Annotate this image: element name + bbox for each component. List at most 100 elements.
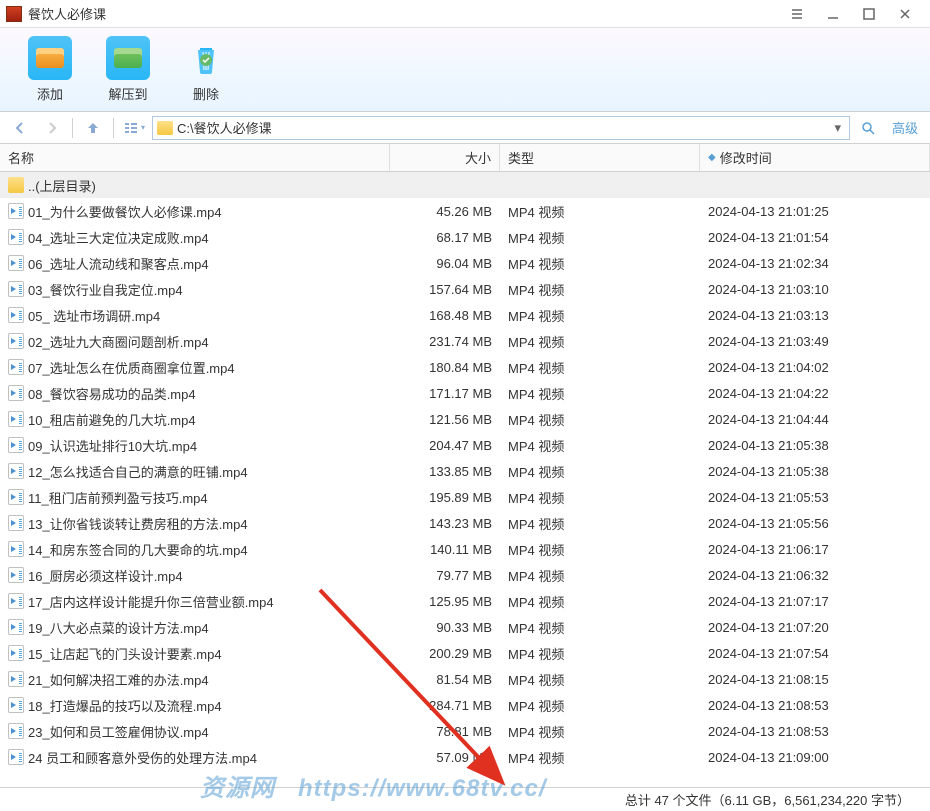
file-row[interactable]: 01_为什么要做餐饮人必修课.mp445.26 MBMP4 视频2024-04-…: [0, 198, 930, 224]
file-date: 2024-04-13 21:01:25: [700, 204, 930, 219]
navbar: ▾ ▾ 高级: [0, 112, 930, 144]
toolbar: 添加 解压到 删除: [0, 28, 930, 112]
file-row[interactable]: 08_餐饮容易成功的品类.mp4171.17 MBMP4 视频2024-04-1…: [0, 380, 930, 406]
file-type: MP4 视频: [500, 228, 700, 247]
file-row[interactable]: 14_和房东签合同的几大要命的坑.mp4140.11 MBMP4 视频2024-…: [0, 536, 930, 562]
file-size: 195.89 MB: [390, 490, 500, 505]
file-row[interactable]: 17_店内这样设计能提升你三倍营业额.mp4125.95 MBMP4 视频202…: [0, 588, 930, 614]
header-name[interactable]: 名称: [0, 144, 390, 171]
file-name: 07_选址怎么在优质商圈拿位置.mp4: [28, 358, 235, 377]
video-file-icon: [8, 671, 24, 687]
file-row[interactable]: 16_厨房必须这样设计.mp479.77 MBMP4 视频2024-04-13 …: [0, 562, 930, 588]
advanced-link[interactable]: 高级: [886, 118, 924, 137]
file-row[interactable]: 23_如何和员工签雇佣协议.mp478.81 MBMP4 视频2024-04-1…: [0, 718, 930, 744]
file-type: MP4 视频: [500, 618, 700, 637]
file-size: 143.23 MB: [390, 516, 500, 531]
file-type: MP4 视频: [500, 306, 700, 325]
path-input[interactable]: [177, 120, 826, 135]
file-size: 121.56 MB: [390, 412, 500, 427]
file-name: 19_八大必点菜的设计方法.mp4: [28, 618, 209, 637]
video-file-icon: [8, 307, 24, 323]
folder-icon: [157, 121, 173, 135]
video-file-icon: [8, 385, 24, 401]
file-row[interactable]: 13_让你省钱谈转让费房租的方法.mp4143.23 MBMP4 视频2024-…: [0, 510, 930, 536]
file-date: 2024-04-13 21:04:02: [700, 360, 930, 375]
file-type: MP4 视频: [500, 332, 700, 351]
file-size: 140.11 MB: [390, 542, 500, 557]
file-row[interactable]: 11_租门店前预判盈亏技巧.mp4195.89 MBMP4 视频2024-04-…: [0, 484, 930, 510]
file-name: 09_认识选址排行10大坑.mp4: [28, 436, 197, 455]
maximize-button[interactable]: [860, 5, 878, 23]
file-date: 2024-04-13 21:06:32: [700, 568, 930, 583]
video-file-icon: [8, 489, 24, 505]
file-date: 2024-04-13 21:07:17: [700, 594, 930, 609]
video-file-icon: [8, 255, 24, 271]
parent-directory-row[interactable]: ..(上层目录): [0, 172, 930, 198]
file-name: 14_和房东签合同的几大要命的坑.mp4: [28, 540, 248, 559]
file-row[interactable]: 09_认识选址排行10大坑.mp4204.47 MBMP4 视频2024-04-…: [0, 432, 930, 458]
file-row[interactable]: 07_选址怎么在优质商圈拿位置.mp4 180.84 MBMP4 视频2024-0…: [0, 354, 930, 380]
file-size: 284.71 MB: [390, 698, 500, 713]
file-date: 2024-04-13 21:05:53: [700, 490, 930, 505]
video-file-icon: [8, 437, 24, 453]
file-date: 2024-04-13 21:05:56: [700, 516, 930, 531]
file-row[interactable]: 24 员工和顾客意外受伤的处理方法.mp457.09 MBMP4 视频2024-…: [0, 744, 930, 770]
file-row[interactable]: 19_八大必点菜的设计方法.mp490.33 MBMP4 视频2024-04-1…: [0, 614, 930, 640]
file-date: 2024-04-13 21:07:20: [700, 620, 930, 635]
video-file-icon: [8, 593, 24, 609]
file-date: 2024-04-13 21:08:53: [700, 698, 930, 713]
file-name: 17_店内这样设计能提升你三倍营业额.mp4: [28, 592, 274, 611]
folder-icon: [8, 177, 24, 193]
header-date[interactable]: ◆ 修改时间: [700, 144, 930, 171]
file-name: 12_怎么找适合自己的满意的旺铺.mp4: [28, 462, 248, 481]
file-name: 18_打造爆品的技巧以及流程.mp4: [28, 696, 222, 715]
file-row[interactable]: 12_怎么找适合自己的满意的旺铺.mp4133.85 MBMP4 视频2024-…: [0, 458, 930, 484]
file-type: MP4 视频: [500, 280, 700, 299]
delete-button[interactable]: 删除: [176, 34, 236, 105]
file-row[interactable]: 15_让店起飞的门头设计要素.mp4200.29 MBMP4 视频2024-04…: [0, 640, 930, 666]
file-size: 45.26 MB: [390, 204, 500, 219]
header-size[interactable]: 大小: [390, 144, 500, 171]
file-type: MP4 视频: [500, 358, 700, 377]
video-file-icon: [8, 567, 24, 583]
path-dropdown[interactable]: ▾: [830, 120, 845, 136]
file-row[interactable]: 02_选址九大商圈问题剖析.mp4231.74 MBMP4 视频2024-04-…: [0, 328, 930, 354]
header-type[interactable]: 类型: [500, 144, 700, 171]
header-date-label: 修改时间: [720, 148, 772, 167]
file-name: 08_餐饮容易成功的品类.mp4: [28, 384, 196, 403]
file-size: 171.17 MB: [390, 386, 500, 401]
file-date: 2024-04-13 21:01:54: [700, 230, 930, 245]
file-type: MP4 视频: [500, 202, 700, 221]
file-size: 180.84 MB: [390, 360, 500, 375]
file-name: 21_如何解决招工难的办法.mp4: [28, 670, 209, 689]
file-row[interactable]: 21_如何解决招工难的办法.mp481.54 MBMP4 视频2024-04-1…: [0, 666, 930, 692]
file-size: 125.95 MB: [390, 594, 500, 609]
close-button[interactable]: [896, 5, 914, 23]
forward-button[interactable]: [38, 116, 66, 140]
file-row[interactable]: 06_选址人流动线和聚客点.mp496.04 MBMP4 视频2024-04-1…: [0, 250, 930, 276]
file-row[interactable]: 03_餐饮行业自我定位.mp4157.64 MBMP4 视频2024-04-13…: [0, 276, 930, 302]
menu-button[interactable]: [788, 5, 806, 23]
minimize-button[interactable]: [824, 5, 842, 23]
extract-label: 解压到: [108, 84, 147, 103]
extract-button[interactable]: 解压到: [98, 34, 158, 105]
file-name: 15_让店起飞的门头设计要素.mp4: [28, 644, 222, 663]
back-button[interactable]: [6, 116, 34, 140]
search-button[interactable]: [854, 116, 882, 140]
video-file-icon: [8, 723, 24, 739]
file-list[interactable]: ..(上层目录) 01_为什么要做餐饮人必修课.mp445.26 MBMP4 视…: [0, 172, 930, 786]
view-button[interactable]: ▾: [120, 116, 148, 140]
path-box[interactable]: ▾: [152, 116, 850, 140]
up-button[interactable]: [79, 116, 107, 140]
file-size: 204.47 MB: [390, 438, 500, 453]
file-row[interactable]: 04_选址三大定位决定成败.mp468.17 MBMP4 视频2024-04-1…: [0, 224, 930, 250]
file-name: 05_ 选址市场调研.mp4: [28, 306, 160, 325]
separator: [72, 118, 73, 138]
file-row[interactable]: 10_租店前避免的几大坑.mp4121.56 MBMP4 视频2024-04-1…: [0, 406, 930, 432]
file-row[interactable]: 18_打造爆品的技巧以及流程.mp4284.71 MBMP4 视频2024-04…: [0, 692, 930, 718]
add-button[interactable]: 添加: [20, 34, 80, 105]
file-size: 200.29 MB: [390, 646, 500, 661]
file-type: MP4 视频: [500, 514, 700, 533]
video-file-icon: [8, 749, 24, 765]
file-row[interactable]: 05_ 选址市场调研.mp4168.48 MBMP4 视频2024-04-13 …: [0, 302, 930, 328]
